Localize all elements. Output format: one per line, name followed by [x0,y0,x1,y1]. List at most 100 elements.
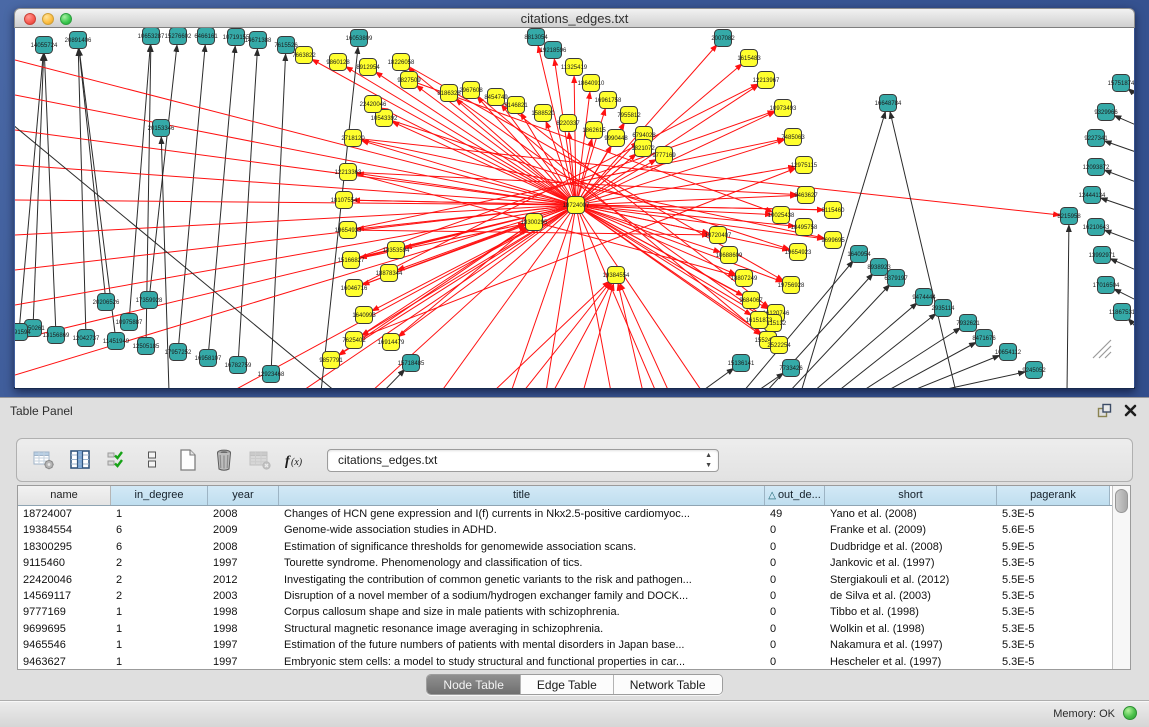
node-label: 9857791 [319,358,343,364]
network-node[interactable]: 9115460 [822,202,846,219]
network-node[interactable]: 1640954 [847,246,871,263]
network-node[interactable]: 9860128 [326,54,350,71]
table-row[interactable]: 977716911998Corpus callosum shape and si… [18,604,1112,620]
node-label: 9860128 [326,60,350,66]
tab-network-table[interactable]: Network Table [614,675,722,694]
column-header-out_de[interactable]: △out_de... [765,486,825,505]
node-label: 8813054 [524,35,548,41]
column-header-title[interactable]: title [279,486,765,505]
node-label: 7615526 [274,43,298,49]
table-row[interactable]: 1456911722003Disruption of a novel membe… [18,588,1112,604]
network-node[interactable]: 2718120 [341,130,365,147]
tab-edge-table[interactable]: Edge Table [521,675,614,694]
column-header-pagerank[interactable]: pagerank [997,486,1110,505]
table-row[interactable]: 946554611997Estimation of the future num… [18,637,1112,653]
row-height-icon[interactable] [137,445,167,475]
node-label: 12213363 [335,170,362,176]
show-columns-icon[interactable] [65,445,95,475]
node-label: 9684067 [739,298,763,304]
network-node[interactable]: 8186328 [437,85,461,102]
import-table-icon[interactable] [245,445,275,475]
network-node[interactable]: 9684067 [739,292,763,309]
network-node[interactable]: 9827509 [397,72,421,89]
tab-node-table[interactable]: Node Table [427,675,521,694]
cell-short: Nakamura et al. (1997) [825,637,997,653]
node-label: 8215958 [1057,214,1081,220]
network-node[interactable]: 9474444 [912,289,936,306]
table-scrollbar[interactable] [1112,486,1130,669]
network-graph[interactable]: 1405572420891406106532871527660264661611… [15,28,1134,388]
network-node[interactable]: 7625402 [342,332,366,349]
network-node[interactable]: 7485063 [781,129,805,146]
network-node[interactable]: 1862615 [582,122,606,139]
node-label: 16961758 [595,98,622,104]
table-row[interactable]: 2242004622012Investigating the contribut… [18,572,1112,588]
network-node[interactable]: 9146821 [504,97,528,114]
cell-name: 18724007 [18,506,111,522]
table-panel-header: Table Panel [0,398,1149,424]
select-rows-icon[interactable] [101,445,131,475]
network-node[interactable]: 7733426 [779,360,803,377]
table-row[interactable]: 1830029562008Estimation of significance … [18,539,1112,555]
window-titlebar[interactable]: citations_edges.txt [14,8,1135,28]
table-scrollbar-thumb[interactable] [1115,489,1128,513]
column-header-short[interactable]: short [825,486,997,505]
network-node[interactable]: 8471676 [972,330,996,347]
delete-icon[interactable] [209,445,239,475]
network-node[interactable]: 2935114 [932,300,956,317]
network-node[interactable]: 6466161 [194,28,218,45]
close-panel-icon[interactable] [1124,404,1137,417]
network-node[interactable]: 7663822 [292,47,316,64]
node-label: 15166827 [338,258,365,264]
network-node[interactable]: 9857791 [319,352,343,369]
network-node[interactable]: 9777169 [652,147,676,164]
float-window-icon[interactable] [1097,403,1112,418]
network-node[interactable]: 2522254 [767,337,791,354]
cell-out_de: 0 [765,621,825,637]
network-node[interactable]: 7615526 [274,37,298,54]
network-node[interactable]: 9990448 [604,130,628,147]
cell-title: Estimation of the future numbers of pati… [279,637,765,653]
node-label: 10025438 [768,213,795,219]
network-node[interactable]: 7932621 [956,315,980,332]
node-label: 10975887 [116,320,143,326]
cell-title: Tourette syndrome. Phenomenology and cla… [279,555,765,571]
table-row[interactable]: 1938455462009Genome-wide association stu… [18,522,1112,538]
cell-pagerank: 5.5E-5 [997,572,1110,588]
cell-title: Structural magnetic resonance image aver… [279,621,765,637]
network-node[interactable]: 9329966 [1094,104,1118,121]
table-selector-dropdown[interactable]: citations_edges.txt ▲▼ [327,449,719,472]
network-node[interactable]: 8220337 [556,115,580,132]
column-header-year[interactable]: year [208,486,279,505]
node-label: 18720407 [705,233,732,239]
table-row[interactable]: 911546021997Tourette syndrome. Phenomeno… [18,555,1112,571]
node-label: 13992971 [1089,253,1116,259]
table-row[interactable]: 1872400712008Changes of HCN gene express… [18,506,1112,522]
network-node[interactable]: 9227341 [1084,130,1108,147]
cell-pagerank: 5.3E-5 [997,555,1110,571]
network-node[interactable]: 9245052 [1022,362,1046,379]
network-canvas[interactable]: 1405572420891406106532871527660264661611… [15,28,1134,388]
network-node[interactable]: 2967608 [459,82,483,99]
table-row[interactable]: 946362711997Embryonic stem cells: a mode… [18,654,1112,670]
cell-year: 2008 [208,539,279,555]
network-node[interactable]: 8215958 [1057,208,1081,225]
table-settings-icon[interactable] [29,445,59,475]
new-document-icon[interactable] [173,445,203,475]
network-node[interactable]: 8813054 [524,29,548,46]
network-node[interactable]: 6379197 [884,270,908,287]
network-node[interactable]: 8912954 [356,59,380,76]
network-node[interactable]: 9699695 [821,232,845,249]
node-label: 15718485 [398,361,425,367]
network-node[interactable]: 2007082 [711,30,735,47]
column-header-in_degree[interactable]: in_degree [111,486,208,505]
network-node[interactable]: 7955812 [617,107,641,124]
node-label: 12505185 [133,344,160,350]
network-node[interactable]: 1615483 [737,50,761,67]
network-node[interactable]: 1640993 [352,307,376,324]
function-builder-icon[interactable]: f(x) [281,445,311,475]
column-header-name[interactable]: name [18,486,111,505]
network-node[interactable]: 1588520 [531,105,555,122]
network-node[interactable]: 9463627 [794,187,818,204]
table-row[interactable]: 969969511998Structural magnetic resonanc… [18,621,1112,637]
